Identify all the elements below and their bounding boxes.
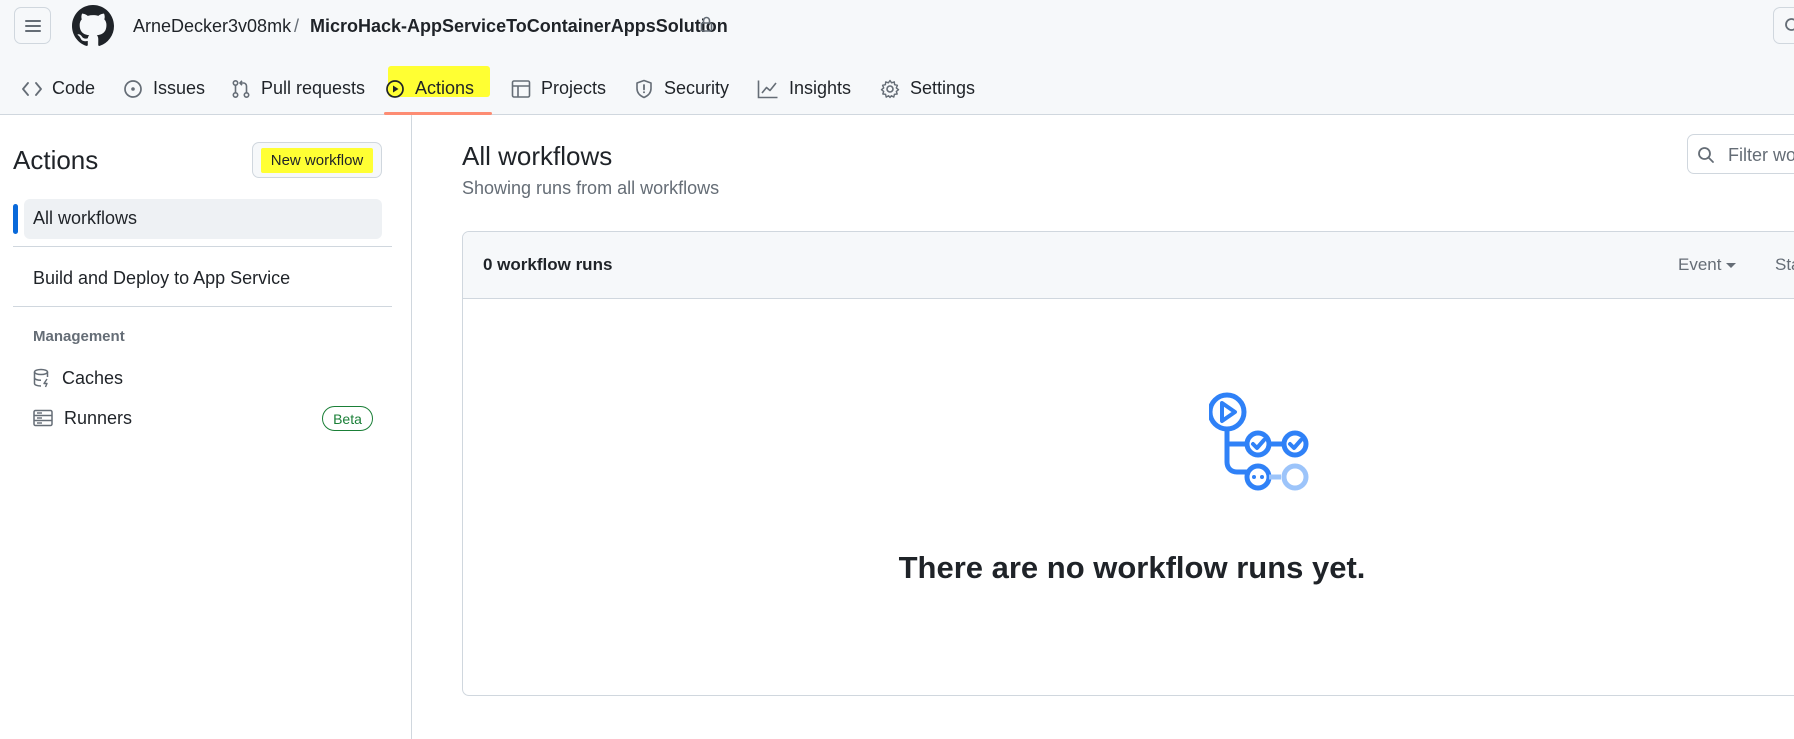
table-icon bbox=[511, 79, 531, 98]
tab-code[interactable]: Code bbox=[22, 62, 95, 115]
new-workflow-button[interactable]: New workflow bbox=[252, 142, 382, 178]
tab-projects[interactable]: Projects bbox=[511, 62, 606, 115]
sidebar-title: Actions bbox=[13, 145, 99, 175]
management-heading: Management bbox=[33, 328, 125, 345]
page-subtitle: Showing runs from all workflows bbox=[462, 178, 720, 198]
all-workflows-label[interactable]: All workflows bbox=[33, 208, 137, 229]
tab-settings[interactable]: Settings bbox=[880, 62, 975, 115]
hamburger-menu-button[interactable] bbox=[14, 7, 51, 44]
tab-pull-requests[interactable]: Pull requests bbox=[231, 62, 365, 115]
workflow-empty-state-icon bbox=[1209, 392, 1309, 491]
code-icon bbox=[22, 81, 42, 96]
runners-label: Runners bbox=[64, 407, 133, 428]
tab-projects-label: Projects bbox=[541, 78, 607, 98]
empty-state-message: There are no workflow runs yet. bbox=[898, 550, 1366, 585]
filter-placeholder: Filter wo bbox=[1728, 145, 1794, 165]
sidebar-item-caches[interactable]: Caches bbox=[33, 364, 123, 392]
sidebar-divider bbox=[13, 306, 392, 307]
github-logo-icon[interactable] bbox=[72, 5, 114, 47]
tab-issues-label: Issues bbox=[153, 78, 206, 98]
breadcrumb-owner-link[interactable]: ArneDecker3v08mk bbox=[133, 14, 291, 38]
sidebar-divider bbox=[13, 246, 392, 247]
page-title: All workflows bbox=[462, 141, 613, 171]
search-icon bbox=[1785, 18, 1794, 31]
repo-nav-tabs: Code Issues Pull requests Actions Projec… bbox=[0, 62, 1794, 115]
filter-workflow-runs-input[interactable]: Filter wo bbox=[1687, 134, 1794, 174]
tab-insights[interactable]: Insights bbox=[757, 62, 851, 115]
new-workflow-label: New workflow bbox=[260, 147, 374, 173]
git-pull-request-icon bbox=[232, 79, 250, 98]
global-search-button[interactable] bbox=[1773, 7, 1794, 44]
database-icon bbox=[33, 368, 49, 388]
workflow-runs-header: 0 workflow runs Event Sta bbox=[463, 232, 1794, 299]
beta-badge: Beta bbox=[322, 406, 373, 431]
tab-code-label: Code bbox=[52, 78, 96, 98]
lock-icon bbox=[700, 16, 713, 32]
workflow-runs-count: 0 workflow runs bbox=[483, 255, 613, 274]
sidebar-item-runners[interactable]: Runners bbox=[33, 404, 132, 432]
shield-icon bbox=[636, 79, 652, 98]
play-icon bbox=[386, 79, 404, 98]
graph-icon bbox=[757, 80, 778, 98]
tab-actions-label: Actions bbox=[415, 78, 475, 98]
caret-down-icon bbox=[1726, 263, 1737, 269]
caches-label: Caches bbox=[62, 367, 124, 388]
status-filter-dropdown[interactable]: Sta bbox=[1775, 255, 1794, 275]
tab-issues[interactable]: Issues bbox=[123, 62, 205, 115]
event-filter-dropdown[interactable]: Event bbox=[1678, 255, 1737, 275]
repo-header: ArneDecker3v08mk / MicroHack-AppServiceT… bbox=[0, 0, 1794, 115]
tab-security[interactable]: Security bbox=[634, 62, 729, 115]
event-filter-label: Event bbox=[1678, 255, 1722, 274]
workflow-runs-panel: 0 workflow runs Event Sta There are no w… bbox=[462, 231, 1794, 696]
tab-security-label: Security bbox=[664, 78, 730, 98]
breadcrumb-separator: / bbox=[294, 16, 300, 36]
issue-opened-icon bbox=[124, 79, 142, 98]
server-icon bbox=[33, 409, 53, 427]
hamburger-icon bbox=[24, 19, 41, 32]
gear-icon bbox=[880, 79, 900, 98]
search-icon bbox=[1698, 147, 1714, 163]
tab-settings-label: Settings bbox=[910, 78, 976, 98]
tab-insights-label: Insights bbox=[789, 78, 852, 98]
sidebar-item-build-and-deploy[interactable]: Build and Deploy to App Service bbox=[33, 268, 290, 289]
actions-sidebar: Actions New workflow All workflows Build… bbox=[0, 115, 412, 739]
tab-pull-requests-label: Pull requests bbox=[261, 78, 366, 98]
active-item-indicator bbox=[13, 204, 18, 234]
breadcrumb-repo-link[interactable]: MicroHack-AppServiceToContainerAppsSolut… bbox=[310, 14, 728, 38]
tab-actions[interactable]: Actions bbox=[385, 62, 474, 115]
